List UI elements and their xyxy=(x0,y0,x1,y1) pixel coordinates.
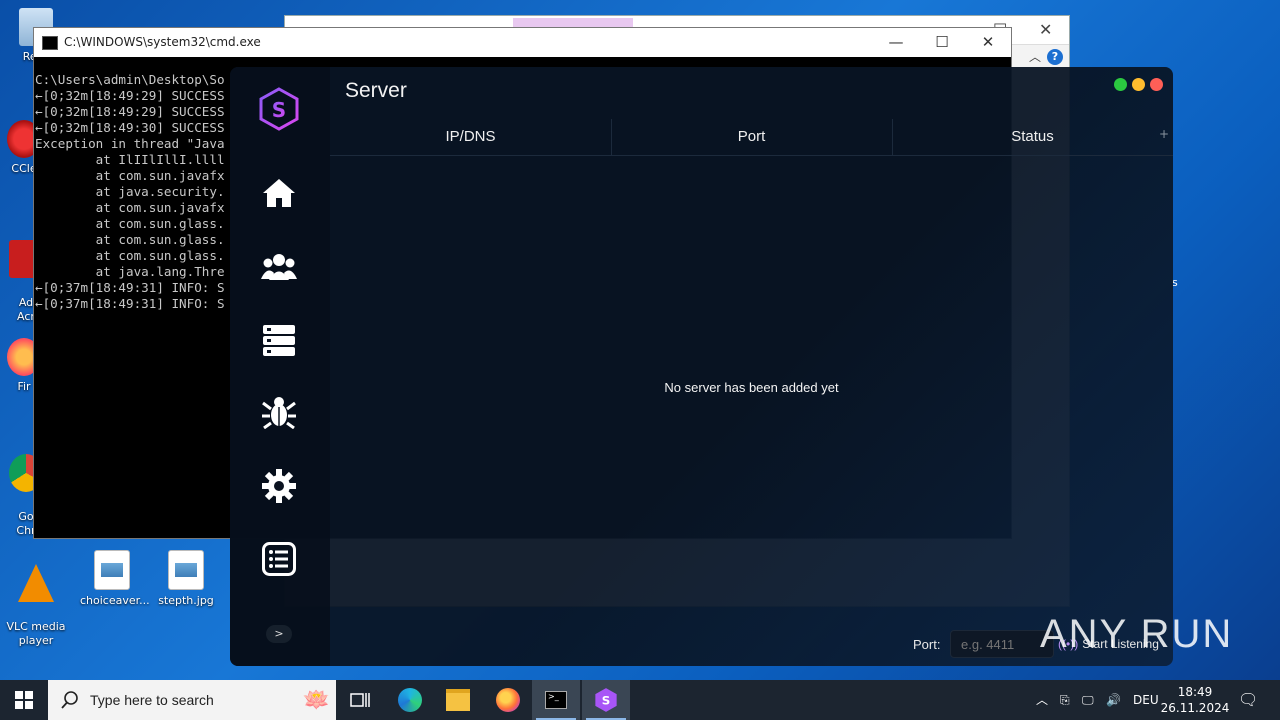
firefox-icon xyxy=(496,688,520,712)
maximize-icon[interactable]: ☐ xyxy=(919,28,965,57)
image-file-icon xyxy=(168,550,204,590)
bug-icon xyxy=(262,397,296,429)
clock-time: 18:49 xyxy=(1177,685,1213,699)
cmd-title: C:\WINDOWS\system32\cmd.exe xyxy=(64,35,261,49)
svg-text:S: S xyxy=(272,98,286,122)
sidebar-expand-button[interactable]: > xyxy=(266,625,292,643)
taskbar-cmd[interactable]: >_ xyxy=(532,680,580,720)
taskbar: 🪷 >_ S ︿ ⎘ 🖵 🔊 DEU 18:49 26.11.2024 🗨 xyxy=(0,680,1280,720)
cmd-line: C:\Users\admin\Desktop\So xyxy=(35,72,225,87)
task-view-icon xyxy=(350,693,370,707)
cmd-line: ←[0;37m[18:49:31] INFO: S xyxy=(35,280,225,295)
windows-logo-icon xyxy=(15,691,33,709)
cmd-line: at com.sun.glass. xyxy=(35,216,225,231)
desktop-icon-choiceaver[interactable]: choiceaver... xyxy=(80,550,150,608)
port-label: Port: xyxy=(913,637,941,652)
clock[interactable]: 18:49 26.11.2024 xyxy=(1160,684,1230,716)
nav-logs[interactable] xyxy=(259,539,299,579)
start-button[interactable] xyxy=(0,680,48,720)
edge-icon xyxy=(398,688,422,712)
nav-clients[interactable] xyxy=(259,246,299,286)
servers-icon xyxy=(263,325,295,356)
search-input[interactable] xyxy=(88,691,292,709)
desktop-icon-stepth[interactable]: stepth.jpg xyxy=(154,550,218,608)
cmd-line: ←[0;37m[18:49:31] INFO: S xyxy=(35,296,225,311)
language-indicator[interactable]: DEU xyxy=(1133,680,1159,720)
folder-icon xyxy=(446,689,470,711)
desktop-icon-label: choiceaver... xyxy=(80,594,150,607)
cmd-titlebar[interactable]: C:\WINDOWS\system32\cmd.exe — ☐ ✕ xyxy=(34,28,1011,57)
nav-payloads[interactable] xyxy=(259,392,299,432)
window-close-button[interactable] xyxy=(1150,78,1163,91)
cmd-line: at java.lang.Thre xyxy=(35,264,225,279)
nav-home[interactable] xyxy=(259,173,299,213)
anyrun-watermark: ANY RUN xyxy=(1040,612,1234,656)
svg-text:S: S xyxy=(602,694,611,708)
desktop-icon-label: VLC media player xyxy=(6,620,66,647)
page-title: Server xyxy=(345,79,407,102)
cmd-line: at IlIIlIllI.llll xyxy=(35,152,225,167)
explorer-close-icon[interactable]: ✕ xyxy=(1039,20,1052,39)
network-icon[interactable]: 🖵 xyxy=(1082,680,1094,720)
cmd-line: at com.sun.javafx xyxy=(35,168,225,183)
column-header-port[interactable]: Port xyxy=(611,119,893,155)
vlc-icon xyxy=(18,564,54,602)
desktop-icon-label: Fir xyxy=(17,380,31,393)
desktop-icon-label: stepth.jpg xyxy=(158,594,214,607)
meet-now-icon[interactable]: ⎘ xyxy=(1060,680,1070,720)
empty-state-message: No server has been added yet xyxy=(664,380,839,395)
cmd-icon xyxy=(42,35,58,50)
taskbar-search[interactable]: 🪷 xyxy=(48,680,336,720)
cmd-line: ←[0;32m[18:49:30] SUCCESS xyxy=(35,120,225,135)
taskbar-explorer[interactable] xyxy=(434,680,482,720)
server-table-header: IP/DNS Port Status + xyxy=(330,119,1173,156)
cmd-line: at java.security. xyxy=(35,184,225,199)
taskbar-server-app[interactable]: S xyxy=(582,680,630,720)
server-app-window[interactable]: S > Server IP/DNS Port Status + No serve… xyxy=(230,67,1173,666)
users-icon xyxy=(261,254,297,280)
taskbar-firefox[interactable] xyxy=(484,680,532,720)
window-minimize-button[interactable] xyxy=(1132,78,1145,91)
explorer-chevron-up-icon[interactable]: ︿ xyxy=(1029,48,1041,65)
volume-icon[interactable]: 🔊 xyxy=(1106,680,1121,720)
home-icon xyxy=(263,179,295,207)
close-icon[interactable]: ✕ xyxy=(965,28,1011,57)
cmd-line: ←[0;32m[18:49:29] SUCCESS xyxy=(35,104,225,119)
task-view-button[interactable] xyxy=(336,680,384,720)
cmd-icon: >_ xyxy=(545,691,567,709)
gear-icon xyxy=(262,469,296,503)
add-column-icon[interactable]: + xyxy=(1159,127,1169,141)
notifications-icon[interactable]: 🗨 xyxy=(1238,680,1258,720)
app-logo-icon: S xyxy=(595,688,617,712)
app-logo-icon: S xyxy=(259,87,299,131)
cmd-line: at com.sun.javafx xyxy=(35,200,225,215)
port-input[interactable] xyxy=(950,630,1054,658)
image-file-icon xyxy=(94,550,130,590)
desktop-icon-vlc[interactable]: VLC media player xyxy=(4,550,68,648)
column-header-ip[interactable]: IP/DNS xyxy=(330,119,612,155)
list-icon xyxy=(262,542,296,576)
cmd-line: at com.sun.glass. xyxy=(35,232,225,247)
sidebar: S > xyxy=(230,67,330,666)
nav-settings[interactable] xyxy=(259,466,299,506)
lotus-icon: 🪷 xyxy=(302,687,330,713)
taskbar-edge[interactable] xyxy=(386,680,434,720)
cmd-line: ←[0;32m[18:49:29] SUCCESS xyxy=(35,88,225,103)
tray-overflow-icon[interactable]: ︿ xyxy=(1036,680,1048,720)
cmd-line: Exception in thread "Java xyxy=(35,136,225,151)
cmd-line: at com.sun.glass. xyxy=(35,248,225,263)
search-icon xyxy=(61,691,78,709)
nav-servers[interactable] xyxy=(259,320,299,360)
explorer-help-icon[interactable]: ? xyxy=(1047,49,1063,65)
window-maximize-button[interactable] xyxy=(1114,78,1127,91)
clock-date: 26.11.2024 xyxy=(1160,701,1230,715)
column-header-status[interactable]: Status xyxy=(892,119,1173,155)
minimize-icon[interactable]: — xyxy=(873,28,919,57)
